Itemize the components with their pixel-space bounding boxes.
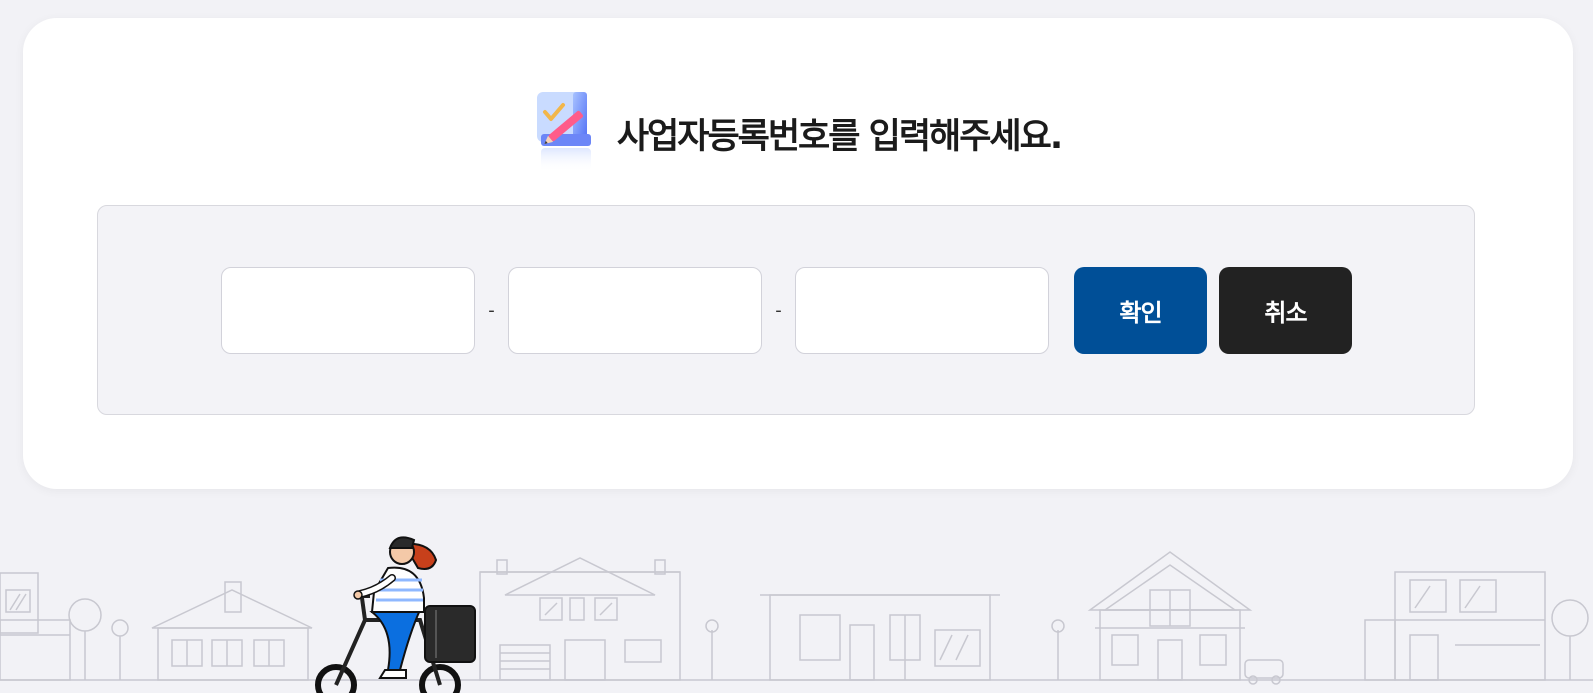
delivery-rider-icon [315,536,476,693]
pencil-checklist-icon [536,92,591,172]
town-delivery-scene [0,536,1593,693]
business-number-part3-input[interactable] [795,267,1049,354]
page-title: 사업자등록번호를 입력해주세요. [616,116,1063,157]
separator-dash: - [775,300,782,321]
confirm-button[interactable]: 확인 [1074,267,1207,354]
title-row: 사업자등록번호를 입력해주세요. [23,90,1573,176]
business-number-part1-input[interactable] [221,267,475,354]
cancel-button[interactable]: 취소 [1219,267,1352,354]
business-number-card: 사업자등록번호를 입력해주세요. - - 확인 취소 [23,18,1573,489]
business-number-form: - - 확인 취소 [97,205,1475,415]
business-number-row: - - 확인 취소 [221,267,1352,354]
houses-icon [0,551,1593,685]
separator-dash: - [488,300,495,321]
business-number-part2-input[interactable] [508,267,762,354]
